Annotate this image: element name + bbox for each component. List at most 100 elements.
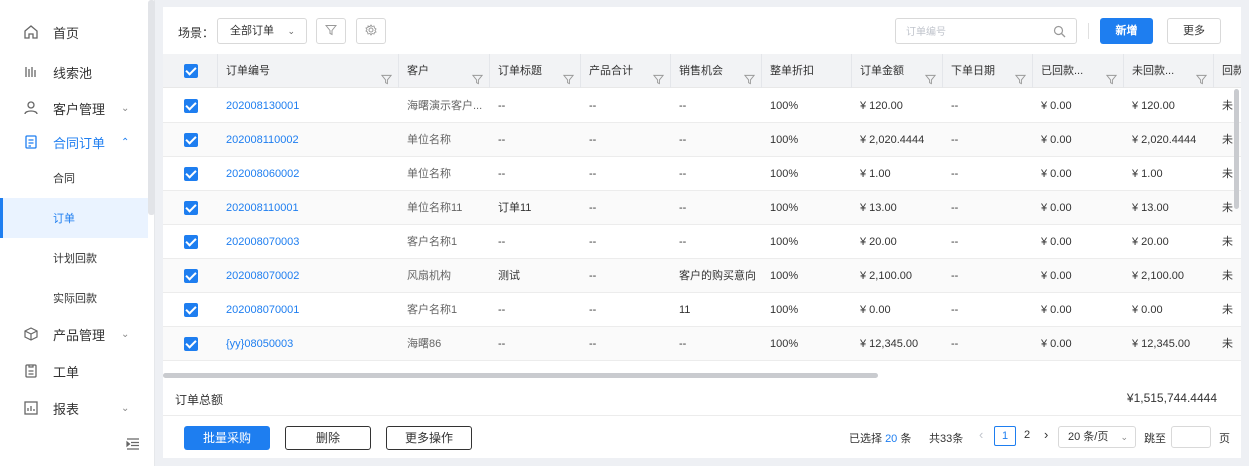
table-row[interactable]: 202008110001 单位名称11 订单11 -- -- 100% ¥ 13.00 -- ¥… xyxy=(163,191,1241,225)
order-number-cell[interactable]: 202008070001 xyxy=(226,293,299,327)
row-checkbox[interactable] xyxy=(184,99,198,113)
payment-status-cell: 未 xyxy=(1222,168,1233,180)
nav-label: 合同订单 xyxy=(53,135,106,151)
settings-button[interactable] xyxy=(356,18,386,44)
sub-item-label: 订单 xyxy=(53,213,75,225)
row-checkbox[interactable] xyxy=(184,235,198,249)
order-number-cell[interactable]: 202008070002 xyxy=(226,259,299,293)
selected-suffix: 条 xyxy=(900,433,912,445)
column-header: 整单折扣 xyxy=(762,54,852,88)
filter-icon xyxy=(324,24,338,39)
sales-opportunity-cell: -- xyxy=(679,236,687,248)
delete-button[interactable]: 删除 xyxy=(285,426,371,450)
unpaid-amount-cell: ¥ 20.00 xyxy=(1132,236,1169,248)
column-header: 已回款... xyxy=(1033,54,1124,88)
summary-value: ¥1,515,744.4444 xyxy=(1126,391,1217,405)
table-row[interactable]: 202008070001 客户名称1 -- -- 11 100% ¥ 0.00 -- ¥ 0.0… xyxy=(163,293,1241,327)
next-page-icon[interactable]: › xyxy=(1044,427,1048,442)
prev-page-icon[interactable]: ‹ xyxy=(979,427,983,442)
nav-ticket[interactable]: 工单 xyxy=(0,352,148,390)
home-icon xyxy=(22,24,40,40)
customer-cell: 单位名称 xyxy=(407,168,451,180)
search-icon[interactable] xyxy=(1053,25,1066,41)
payment-status-cell: 未 xyxy=(1222,134,1233,146)
nav-contract[interactable]: 合同订单 ⌃ xyxy=(0,123,148,161)
page-1[interactable]: 1 xyxy=(994,426,1016,446)
report-icon xyxy=(22,400,40,416)
column-header: 订单标题 xyxy=(490,54,581,88)
order-amount-cell: ¥ 13.00 xyxy=(860,202,897,214)
table-row[interactable]: 202008070002 风扇机构 测试 -- 客户的购买意向 100% ¥ 2,100.0… xyxy=(163,259,1241,293)
table-row[interactable]: 202008130001 海曙演示客户... -- -- -- 100% ¥ 120.00 -… xyxy=(163,89,1241,123)
collapse-menu-icon[interactable] xyxy=(126,437,140,451)
customer-icon xyxy=(22,100,40,116)
scene-select[interactable]: 全部订单 ⌄ xyxy=(217,18,307,44)
page-2[interactable]: 2 xyxy=(1016,426,1038,446)
order-number-cell[interactable]: 202008060002 xyxy=(226,157,299,191)
order-number-cell[interactable]: 202008110001 xyxy=(226,191,299,225)
nav-customer[interactable]: 客户管理 ⌄ xyxy=(0,89,148,127)
page-size-select[interactable]: 20 条/页 ⌄ xyxy=(1058,426,1136,448)
row-checkbox[interactable] xyxy=(184,167,198,181)
customer-cell: 海曙86 xyxy=(407,338,442,350)
filter-button[interactable] xyxy=(316,18,346,44)
selected-prefix: 已选择 xyxy=(849,433,882,445)
row-checkbox[interactable] xyxy=(184,269,198,283)
nav-label: 客户管理 xyxy=(53,101,106,117)
order-title-cell: -- xyxy=(498,304,506,316)
paid-amount-cell: ¥ 0.00 xyxy=(1041,202,1072,214)
order-number-cell[interactable]: 202008070003 xyxy=(226,225,299,259)
order-title-cell: -- xyxy=(498,100,506,112)
row-checkbox[interactable] xyxy=(184,201,198,215)
sales-opportunity-cell: 客户的购买意向 xyxy=(679,270,756,282)
column-title: 客户 xyxy=(407,65,429,77)
row-checkbox[interactable] xyxy=(184,133,198,147)
page-unit-label: 页 xyxy=(1219,433,1230,445)
sidebar: 首页 线索池 客户管理 ⌄ 合同订单 ⌃ 合同 订单 计划回款 实际回款 产品管… xyxy=(0,0,155,466)
more-actions-button[interactable]: 更多操作 xyxy=(386,426,472,450)
order-number-cell[interactable]: 202008110002 xyxy=(226,123,299,157)
nav-leads[interactable]: 线索池 xyxy=(0,53,148,91)
divider xyxy=(1088,23,1089,39)
footer-bar: 批量采购 删除 更多操作 已选择 20 条 共33条 ‹ 1 2 › 20 条/… xyxy=(163,416,1241,458)
column-title: 销售机会 xyxy=(679,65,723,77)
search-box[interactable] xyxy=(895,18,1077,44)
column-title: 已回款... xyxy=(1041,65,1084,77)
order-number-cell[interactable]: {yy}08050003 xyxy=(226,327,293,361)
batch-purchase-button[interactable]: 批量采购 xyxy=(184,426,270,450)
more-button[interactable]: 更多 xyxy=(1167,18,1221,44)
nav-product[interactable]: 产品管理 ⌄ xyxy=(0,315,148,353)
row-checkbox[interactable] xyxy=(184,337,198,351)
table-row[interactable]: 202008070003 客户名称1 -- -- -- 100% ¥ 20.00 -- ¥ 0.… xyxy=(163,225,1241,259)
sub-item-label: 计划回款 xyxy=(53,253,97,265)
sidebar-scrollbar[interactable] xyxy=(148,0,155,215)
vertical-scrollbar[interactable] xyxy=(1234,89,1239,209)
order-title-cell: -- xyxy=(498,338,506,350)
nav-home[interactable]: 首页 xyxy=(0,13,148,51)
new-button[interactable]: 新增 xyxy=(1100,18,1153,44)
product-total-cell: -- xyxy=(589,202,597,214)
paid-amount-cell: ¥ 0.00 xyxy=(1041,236,1072,248)
table-row[interactable]: 202008060002 单位名称 -- -- -- 100% ¥ 1.00 -- ¥ 0.00… xyxy=(163,157,1241,191)
order-number-cell[interactable]: 202008130001 xyxy=(226,89,299,123)
select-all-checkbox[interactable] xyxy=(184,64,198,78)
nav-report[interactable]: 报表 ⌄ xyxy=(0,389,148,427)
gear-icon xyxy=(365,23,377,39)
table-row[interactable]: {yy}08050003 海曙86 -- -- -- 100% ¥ 12,345.00 -- ¥… xyxy=(163,327,1241,361)
paid-amount-cell: ¥ 0.00 xyxy=(1041,134,1072,146)
unpaid-amount-cell: ¥ 2,020.4444 xyxy=(1132,134,1197,146)
row-checkbox[interactable] xyxy=(184,303,198,317)
sub-item-contract[interactable]: 合同 xyxy=(0,158,148,198)
sub-item-order[interactable]: 订单 xyxy=(0,198,148,238)
unpaid-amount-cell: ¥ 1.00 xyxy=(1132,168,1163,180)
product-total-cell: -- xyxy=(589,338,597,350)
leads-icon xyxy=(22,64,40,80)
search-input[interactable] xyxy=(906,24,1046,40)
payment-status-cell: 未 xyxy=(1222,100,1233,112)
column-header: 客户 xyxy=(399,54,490,88)
sub-item-actual-payment[interactable]: 实际回款 xyxy=(0,278,148,318)
table-row[interactable]: 202008110002 单位名称 -- -- -- 100% ¥ 2,020.4444 --… xyxy=(163,123,1241,157)
column-title: 产品合计 xyxy=(589,65,633,77)
jump-page-input[interactable] xyxy=(1171,426,1211,448)
sub-item-planned-payment[interactable]: 计划回款 xyxy=(0,238,148,278)
